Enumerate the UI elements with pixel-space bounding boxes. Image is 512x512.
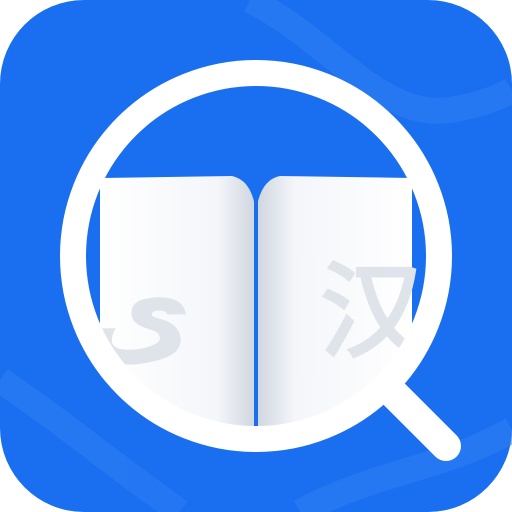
app-icon[interactable]: ى 汉	[0, 0, 512, 512]
